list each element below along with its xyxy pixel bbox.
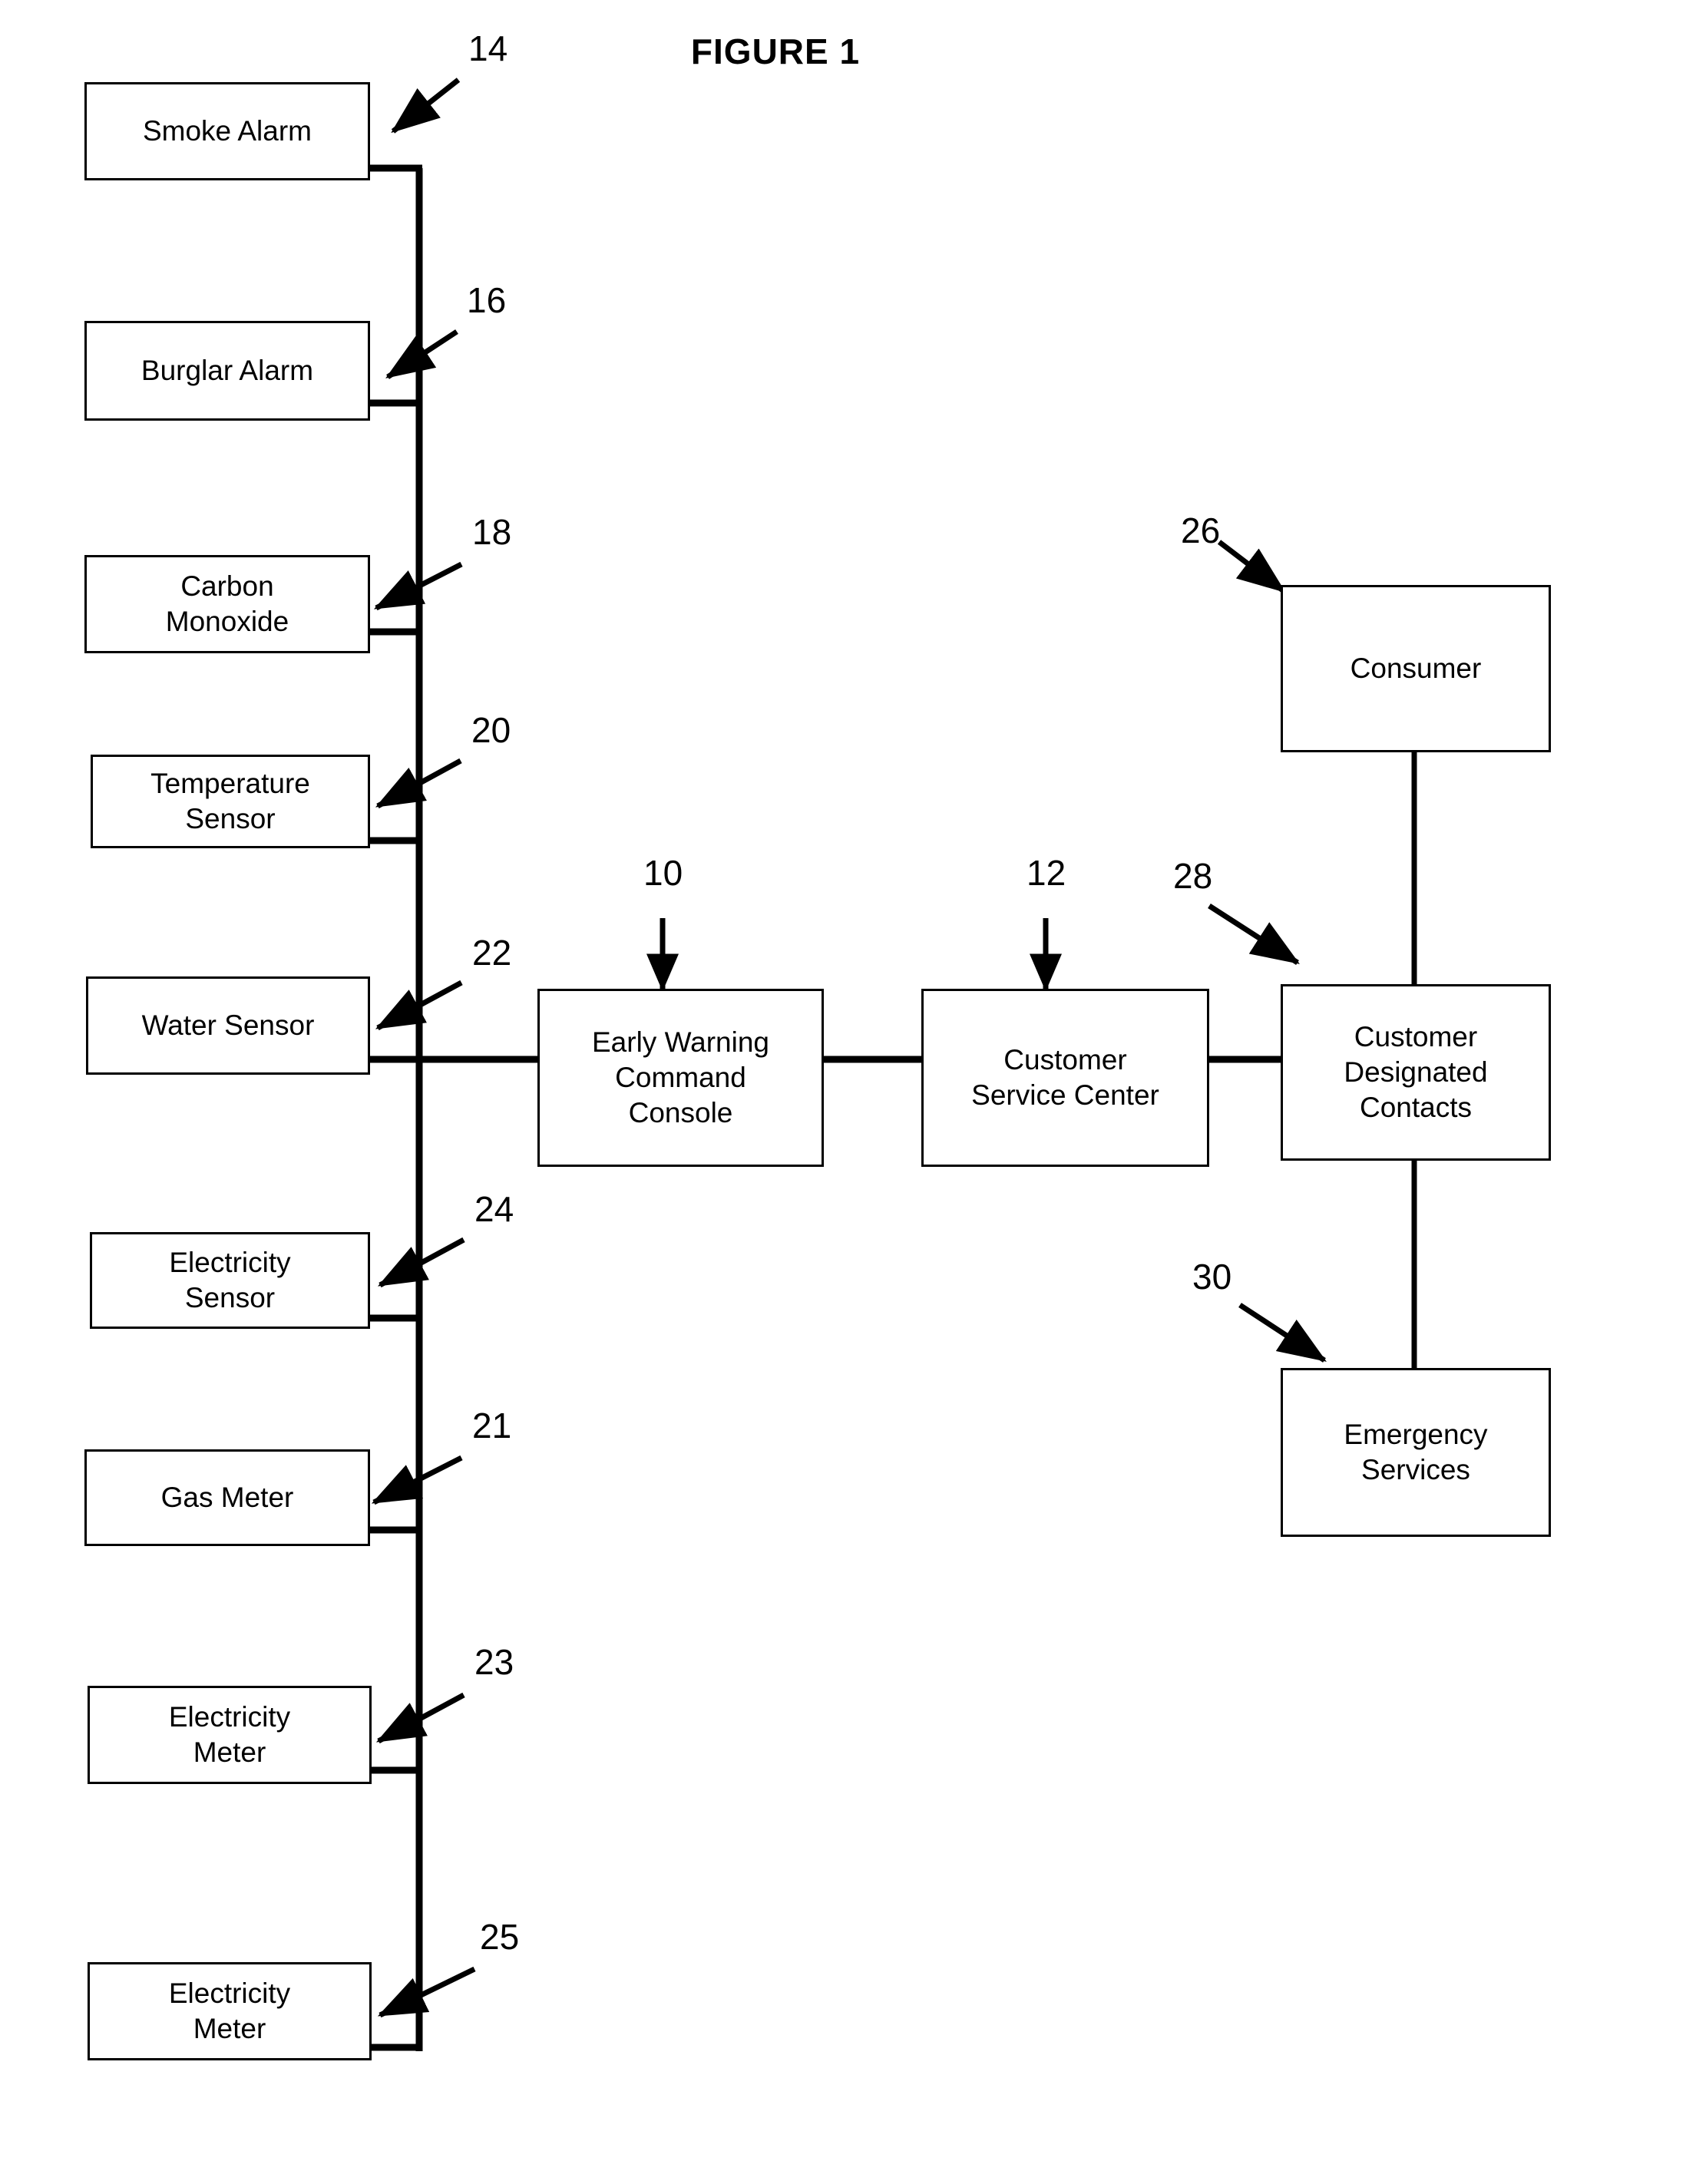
ref-number-23: 23 [474, 1642, 514, 1682]
node-customer-service-center[interactable]: Customer Service Center [921, 989, 1209, 1167]
ref-number-28: 28 [1173, 856, 1213, 896]
patent-figure: FIGURE 1 Smoke Alarm 14 Burglar Alarm 16… [0, 0, 1696, 2184]
node-electricity-meter-2-label: Electricity Meter [168, 1977, 291, 2044]
node-electricity-sensor-label: Electricity Sensor [169, 1246, 291, 1313]
ref-number-21: 21 [472, 1406, 512, 1446]
node-customer-designated-contacts-label: Customer Designated Contacts [1344, 1020, 1488, 1124]
node-burglar-alarm-label: Burglar Alarm [141, 354, 314, 386]
node-gas-meter-label: Gas Meter [160, 1481, 294, 1513]
node-temperature-sensor[interactable]: Temperature Sensor [91, 755, 370, 848]
node-smoke-alarm-label: Smoke Alarm [142, 114, 312, 147]
node-electricity-meter-2[interactable]: Electricity Meter [88, 1962, 372, 2060]
ref-number-18: 18 [472, 512, 512, 552]
ref-number-12: 12 [1027, 853, 1066, 893]
ref-number-30: 30 [1192, 1257, 1232, 1297]
node-smoke-alarm[interactable]: Smoke Alarm [84, 82, 370, 180]
ref-number-16: 16 [467, 280, 507, 320]
node-temperature-sensor-label: Temperature Sensor [150, 767, 310, 834]
node-carbon-monoxide[interactable]: Carbon Monoxide [84, 555, 370, 653]
ref-number-25: 25 [480, 1917, 520, 1957]
node-carbon-monoxide-label: Carbon Monoxide [165, 570, 289, 637]
node-customer-designated-contacts[interactable]: Customer Designated Contacts [1281, 984, 1551, 1161]
node-consumer[interactable]: Consumer [1281, 585, 1551, 752]
node-water-sensor-label: Water Sensor [141, 1009, 315, 1041]
ref-number-10: 10 [643, 853, 683, 893]
node-electricity-meter-1[interactable]: Electricity Meter [88, 1686, 372, 1784]
ref-number-24: 24 [474, 1189, 514, 1229]
ref-number-22: 22 [472, 933, 512, 973]
node-consumer-label: Consumer [1350, 652, 1482, 684]
node-early-warning-command-console[interactable]: Early Warning Command Console [537, 989, 824, 1167]
ref-number-14: 14 [468, 28, 508, 68]
node-customer-service-center-label: Customer Service Center [971, 1043, 1159, 1111]
node-early-warning-command-console-label: Early Warning Command Console [592, 1026, 769, 1129]
node-electricity-sensor[interactable]: Electricity Sensor [90, 1232, 370, 1329]
node-water-sensor[interactable]: Water Sensor [86, 976, 370, 1075]
ref-number-26: 26 [1181, 510, 1221, 550]
node-emergency-services[interactable]: Emergency Services [1281, 1368, 1551, 1537]
ref-number-20: 20 [471, 710, 511, 750]
node-electricity-meter-1-label: Electricity Meter [168, 1700, 291, 1768]
node-burglar-alarm[interactable]: Burglar Alarm [84, 321, 370, 421]
node-gas-meter[interactable]: Gas Meter [84, 1449, 370, 1546]
node-emergency-services-label: Emergency Services [1344, 1418, 1488, 1485]
